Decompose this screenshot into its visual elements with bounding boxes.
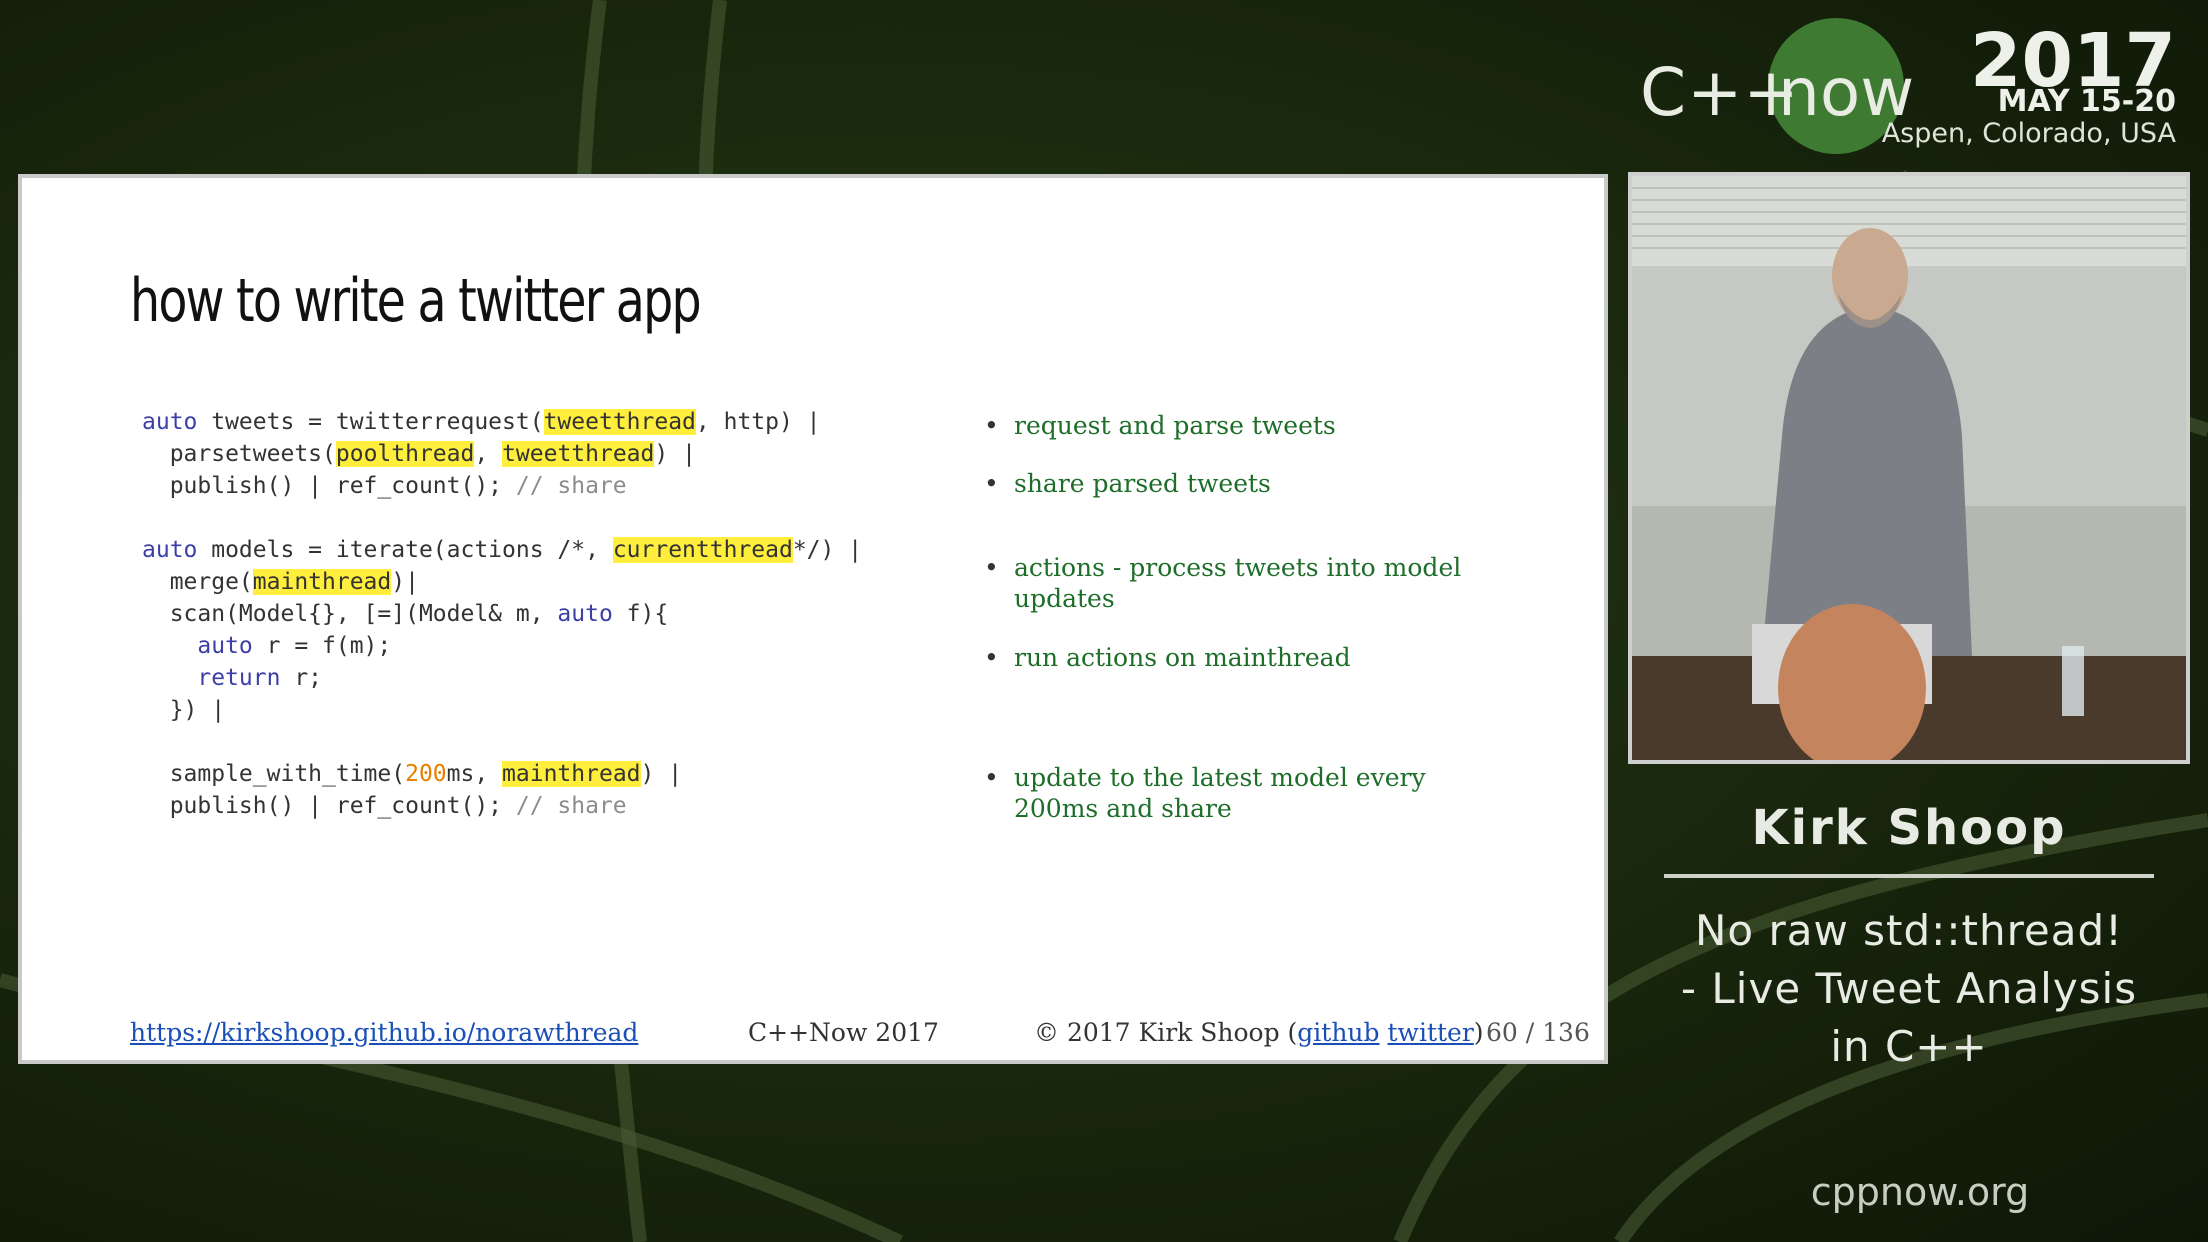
code-line: auto r = f(m);: [142, 630, 862, 662]
code-token: sample_with_time(: [142, 761, 406, 787]
code-token: return: [197, 665, 281, 691]
code-line: }) |: [142, 694, 862, 726]
code-token: scan(Model{}, [=](Model& m,: [142, 601, 558, 627]
code-token: ms,: [446, 761, 503, 787]
code-token: // share: [515, 793, 627, 819]
code-token: auto: [142, 409, 198, 435]
footer-conference: C++Now 2017: [748, 1018, 939, 1047]
slide-title: how to write a twitter app: [130, 266, 702, 336]
highlighted-code-token: mainthread: [252, 569, 392, 595]
slides-url-link[interactable]: https://kirkshoop.github.io/norawthread: [130, 1018, 638, 1047]
bullet-item: update to the latest model every 200ms a…: [982, 762, 1502, 824]
code-token: tweets = twitterrequest(: [197, 409, 544, 435]
code-line: auto tweets = twitterrequest(tweetthread…: [142, 406, 862, 438]
conference-dates: MAY 15-20: [1997, 84, 2176, 119]
code-token: merge(: [142, 569, 253, 595]
code-line: scan(Model{}, [=](Model& m, auto f){: [142, 598, 862, 630]
github-link[interactable]: github: [1297, 1018, 1379, 1047]
page-number: 60 / 136: [1486, 1018, 1590, 1047]
talk-title-line: in C++: [1830, 1022, 1988, 1071]
highlighted-code-token: tweetthread: [543, 409, 696, 435]
code-token: publish() | ref_count();: [142, 793, 516, 819]
twitter-link[interactable]: twitter: [1388, 1018, 1474, 1047]
code-token: auto: [557, 601, 613, 627]
code-token: models = iterate(actions /*,: [197, 537, 613, 563]
code-token: )|: [391, 569, 419, 595]
code-line: publish() | ref_count(); // share: [142, 790, 862, 822]
talk-title-line: - Live Tweet Analysis: [1680, 964, 2138, 1013]
code-token: r = f(m);: [252, 633, 392, 659]
conference-site: cppnow.org: [1810, 1170, 2030, 1214]
speaker-video-image: [1632, 176, 2186, 760]
code-block: auto tweets = twitterrequest(tweetthread…: [142, 406, 862, 822]
code-token: 200: [405, 761, 447, 787]
code-line: auto models = iterate(actions /*, curren…: [142, 534, 862, 566]
code-token: ,: [474, 441, 503, 467]
speaker-video: [1628, 172, 2190, 764]
copyright-prefix: © 2017 Kirk Shoop (: [1034, 1018, 1298, 1047]
code-token: publish() | ref_count();: [142, 473, 516, 499]
code-token: , http) |: [695, 409, 821, 435]
talk-title-line: No raw std::thread!: [1695, 906, 2123, 955]
code-token: ) |: [640, 761, 683, 787]
code-token: r;: [280, 665, 323, 691]
speaker-divider: [1664, 874, 2154, 878]
code-line: merge(mainthread)|: [142, 566, 862, 598]
bullet-item: share parsed tweets: [982, 468, 1502, 499]
talk-title: No raw std::thread! - Live Tweet Analysi…: [1628, 902, 2190, 1076]
copyright-suffix: ): [1473, 1018, 1484, 1047]
highlighted-code-token: poolthread: [335, 441, 475, 467]
speaker-name: Kirk Shoop: [1751, 800, 2067, 856]
logo-cpp-text: C++: [1640, 54, 1800, 131]
bullet-item: run actions on mainthread: [982, 642, 1502, 673]
highlighted-code-token: mainthread: [502, 761, 641, 787]
code-token: parsetweets(: [142, 441, 336, 467]
slide-footer: https://kirkshoop.github.io/norawthread …: [22, 1018, 1604, 1058]
footer-copyright: © 2017 Kirk Shoop (github twitter): [1034, 1018, 1484, 1047]
code-token: f){: [612, 601, 669, 627]
highlighted-code-token: tweetthread: [502, 441, 655, 467]
code-line: publish() | ref_count(); // share: [142, 470, 862, 502]
code-line: parsetweets(poolthread, tweetthread) |: [142, 438, 862, 470]
code-token: auto: [197, 633, 253, 659]
bullet-item: request and parse tweets: [982, 410, 1502, 441]
code-line: return r;: [142, 662, 862, 694]
highlighted-code-token: currentthread: [612, 537, 793, 563]
presentation-slide: how to write a twitter app auto tweets =…: [18, 174, 1608, 1064]
code-token: auto: [142, 537, 198, 563]
code-token: */) |: [792, 537, 863, 563]
code-token: // share: [515, 473, 627, 499]
code-line: sample_with_time(200ms, mainthread) |: [142, 758, 862, 790]
code-token: }) |: [142, 697, 226, 723]
conference-branding: C++ now 2017 MAY 15-20 Aspen, Colorado, …: [1630, 18, 2190, 168]
bullet-item: actions - process tweets into model upda…: [982, 552, 1502, 614]
code-token: ) |: [654, 441, 696, 467]
conference-location: Aspen, Colorado, USA: [1881, 118, 2176, 149]
